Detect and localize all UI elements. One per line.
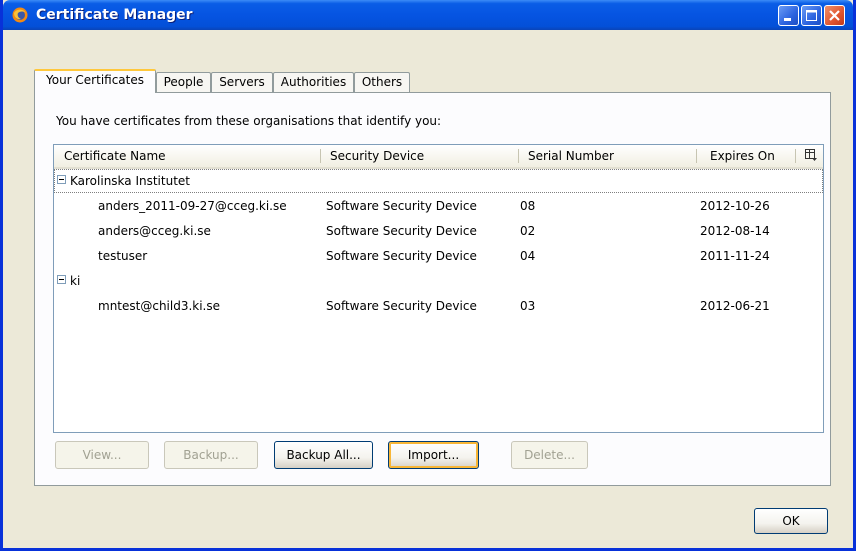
group-name: ki (70, 274, 81, 288)
certificate-name-cell: anders@cceg.ki.se (98, 224, 211, 238)
serial-number-cell: 02 (520, 224, 536, 238)
expires-on-cell: 2012-08-14 (700, 224, 770, 238)
maximize-button[interactable] (801, 5, 822, 26)
group-name: Karolinska Institutet (70, 174, 190, 188)
description-text: You have certificates from these organis… (56, 114, 442, 128)
security-device-cell: Software Security Device (326, 224, 477, 238)
collapse-toggle-icon[interactable] (57, 275, 66, 284)
column-header-row: Certificate Name Security Device Serial … (54, 145, 823, 169)
tab-panel: You have certificates from these organis… (34, 92, 831, 486)
minimize-button[interactable] (778, 5, 799, 26)
delete-button[interactable]: Delete... (511, 441, 588, 469)
certificate-name-cell: testuser (98, 249, 148, 263)
column-separator[interactable] (518, 149, 519, 163)
security-device-cell: Software Security Device (326, 249, 477, 263)
table-row[interactable]: anders@cceg.ki.se Software Security Devi… (54, 219, 823, 243)
tab-people[interactable]: People (156, 72, 211, 92)
column-expires-on[interactable]: Expires On (710, 149, 775, 163)
expires-on-cell: 2011-11-24 (700, 249, 770, 263)
expires-on-cell: 2012-06-21 (700, 299, 770, 313)
table-row[interactable]: testuser Software Security Device 04 201… (54, 244, 823, 268)
serial-number-cell: 04 (520, 249, 536, 263)
security-device-cell: Software Security Device (326, 299, 477, 313)
column-security-device[interactable]: Security Device (330, 149, 424, 163)
column-separator[interactable] (795, 149, 796, 163)
view-button[interactable]: View... (55, 441, 149, 469)
close-icon (829, 10, 840, 21)
serial-number-cell: 03 (520, 299, 536, 313)
maximize-icon (806, 10, 817, 21)
close-button[interactable] (824, 5, 845, 26)
tab-others[interactable]: Others (354, 72, 410, 92)
backup-all-button[interactable]: Backup All... (274, 441, 373, 469)
tree-group-row[interactable]: Karolinska Institutet (54, 169, 823, 193)
tab-servers[interactable]: Servers (211, 72, 273, 92)
backup-button[interactable]: Backup... (164, 441, 258, 469)
window-title: Certificate Manager (36, 7, 193, 23)
minimize-icon (784, 18, 791, 21)
certificate-name-cell: anders_2011-09-27@cceg.ki.se (98, 199, 287, 213)
serial-number-cell: 08 (520, 199, 536, 213)
firefox-icon (12, 7, 28, 23)
import-button[interactable]: Import... (388, 441, 479, 469)
table-row[interactable]: anders_2011-09-27@cceg.ki.se Software Se… (54, 194, 823, 218)
title-bar[interactable]: Certificate Manager (3, 0, 853, 30)
column-separator[interactable] (320, 149, 321, 163)
collapse-toggle-icon[interactable] (57, 175, 66, 184)
column-serial-number[interactable]: Serial Number (528, 149, 614, 163)
table-row[interactable]: mntest@child3.ki.se Software Security De… (54, 294, 823, 318)
tree-group-row[interactable]: ki (54, 269, 823, 293)
tab-authorities[interactable]: Authorities (273, 72, 354, 92)
ok-button[interactable]: OK (754, 508, 828, 534)
tab-your-certificates[interactable]: Your Certificates (34, 69, 156, 93)
certificate-tree[interactable]: Certificate Name Security Device Serial … (53, 144, 824, 433)
certificate-name-cell: mntest@child3.ki.se (98, 299, 221, 313)
column-certificate-name[interactable]: Certificate Name (64, 149, 166, 163)
security-device-cell: Software Security Device (326, 199, 477, 213)
column-separator[interactable] (696, 149, 697, 163)
certificate-manager-window: Certificate Manager Your Certificates Pe… (0, 0, 856, 551)
column-picker-icon[interactable] (804, 148, 818, 162)
expires-on-cell: 2012-10-26 (700, 199, 770, 213)
